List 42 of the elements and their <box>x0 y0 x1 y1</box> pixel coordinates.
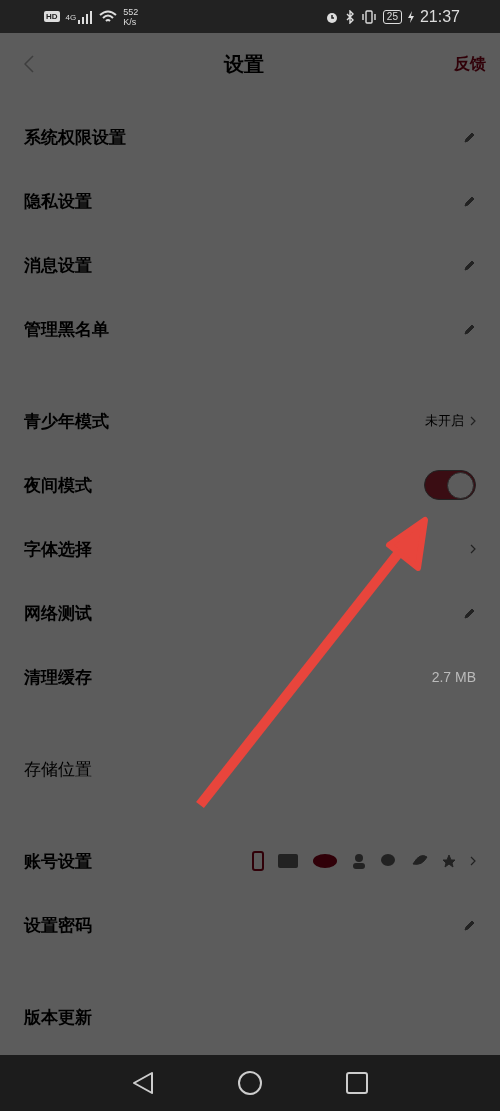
chevron-icon <box>470 544 476 554</box>
pencil-icon <box>464 919 476 931</box>
pencil-icon <box>464 195 476 207</box>
setting-label[interactable]: 清理缓存 <box>24 665 92 689</box>
setting-label[interactable]: 夜间模式 <box>24 473 92 497</box>
charging-icon <box>407 10 414 23</box>
setting-label[interactable]: 消息设置 <box>24 253 92 277</box>
chevron-icon <box>470 416 476 426</box>
setting-label[interactable]: 字体选择 <box>24 537 92 561</box>
feedback-link[interactable]: 反馈 <box>454 53 486 75</box>
speed-value: 552 <box>123 6 139 17</box>
hd-badge: HD <box>44 11 60 22</box>
setting-label[interactable]: 版本更新 <box>24 1005 92 1029</box>
pencil-icon <box>464 607 476 619</box>
speed-unit: K/s <box>123 16 138 27</box>
setting-label[interactable]: 账号设置 <box>24 849 92 873</box>
recents-icon[interactable] <box>346 1072 368 1094</box>
star-icon[interactable] <box>442 854 456 868</box>
setting-value: 未开启 <box>425 412 464 430</box>
night-mode-toggle[interactable] <box>424 470 476 500</box>
clock: 21:37 <box>419 7 460 26</box>
phone-icon[interactable] <box>252 851 264 871</box>
chevron-icon <box>470 856 476 866</box>
person-icon[interactable] <box>352 853 366 869</box>
signal-icon <box>77 9 94 24</box>
home-icon[interactable] <box>238 1071 262 1095</box>
setting-label[interactable]: 网络测试 <box>24 601 92 625</box>
setting-label[interactable]: 青少年模式 <box>24 409 109 433</box>
pencil-icon <box>464 131 476 143</box>
wifi-icon <box>99 9 118 24</box>
vibrate-icon <box>360 9 377 24</box>
battery-indicator: 25 <box>382 9 402 24</box>
setting-label[interactable]: 管理黑名单 <box>24 317 109 341</box>
setting-label[interactable]: 系统权限设置 <box>24 125 126 149</box>
cache-size: 2.7 MB <box>431 669 476 685</box>
bluetooth-icon <box>344 9 355 24</box>
network-label: 4G <box>65 12 77 22</box>
setting-label[interactable]: 设置密码 <box>24 913 92 937</box>
page-title: 设置 <box>224 50 264 78</box>
setting-label[interactable]: 隐私设置 <box>24 189 92 213</box>
pencil-icon <box>464 259 476 271</box>
pencil-icon <box>464 323 476 335</box>
